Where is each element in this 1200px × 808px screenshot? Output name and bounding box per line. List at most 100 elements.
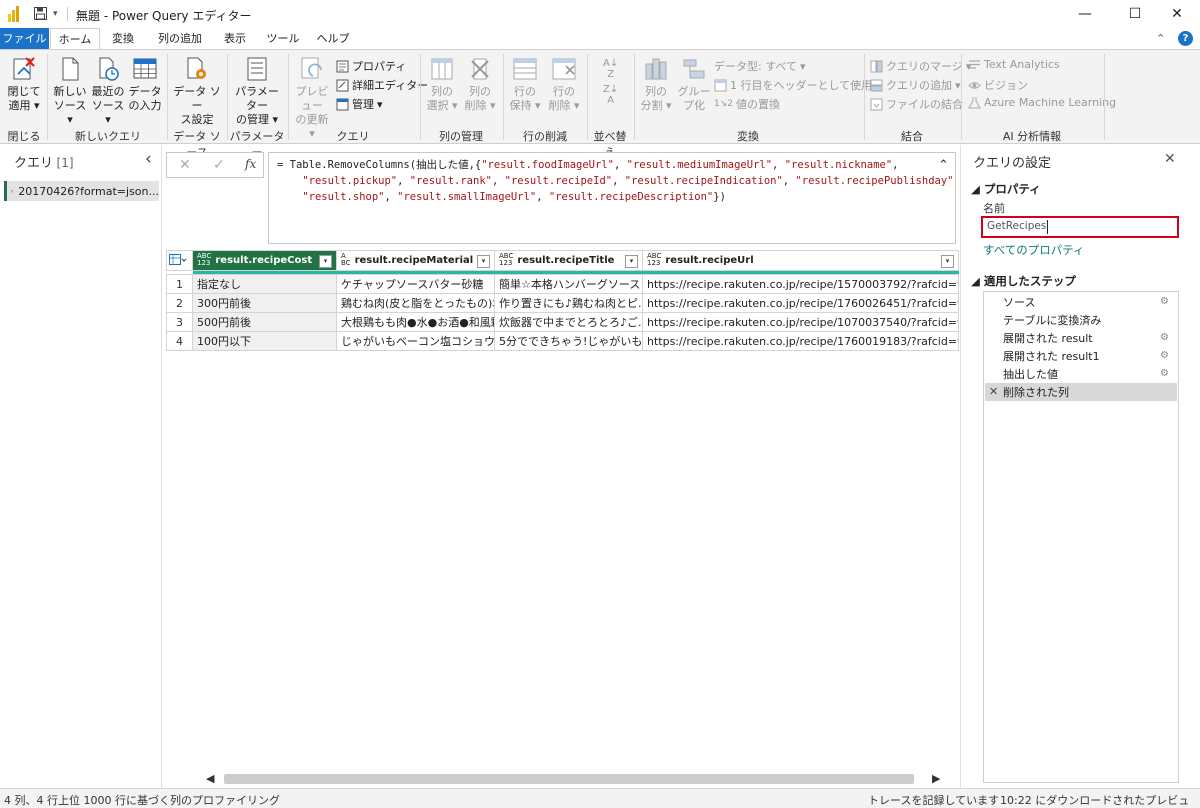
table-cell[interactable]: 指定なし	[192, 274, 337, 294]
tab-tools[interactable]: ツール	[264, 28, 302, 50]
all-properties-link[interactable]: すべてのプロパティ	[983, 242, 1085, 258]
save-icon[interactable]	[34, 7, 47, 20]
applied-step-item[interactable]: 展開された result ⚙	[985, 329, 1177, 347]
merge-queries-button[interactable]: クエリのマージ ▾	[870, 58, 971, 74]
close-apply-button[interactable]: 閉じて 適用 ▾	[6, 56, 42, 113]
collapse-pane-icon[interactable]: ‹	[145, 149, 152, 169]
formula-collapse-icon[interactable]: ⌃	[938, 158, 949, 173]
column-filter-dropdown[interactable]: ▾	[941, 255, 954, 268]
data-type-dropdown[interactable]: データ型: すべて ▾	[714, 58, 806, 74]
delete-step-icon[interactable]: ✕	[989, 385, 998, 398]
sort-ascending-icon[interactable]: A↓ Z	[603, 58, 618, 80]
advanced-editor-button[interactable]: 詳細エディター	[336, 77, 428, 93]
table-menu-icon[interactable]	[166, 250, 193, 271]
column-header-recipetitle[interactable]: ABC 123 result.recipeTitle ▾	[494, 250, 643, 271]
azure-ml-button[interactable]: Azure Machine Learning	[968, 96, 1116, 109]
new-source-button[interactable]: 新しい ソース ▾	[52, 56, 88, 127]
table-cell[interactable]: 500円前後	[192, 312, 337, 332]
row-number[interactable]: 3	[166, 312, 193, 332]
sort-descending-icon[interactable]: Z↓ A	[603, 84, 618, 106]
table-cell[interactable]: 簡単☆本格ハンバーグソース	[494, 274, 643, 294]
step-label: 展開された result	[1003, 332, 1093, 345]
maximize-button[interactable]: ☐	[1112, 0, 1158, 28]
row-number[interactable]: 2	[166, 293, 193, 313]
scrollbar-thumb[interactable]	[224, 774, 914, 784]
table-cell[interactable]: https://recipe.rakuten.co.jp/recipe/1760…	[642, 331, 959, 351]
query-list-item[interactable]: 20170426?format=json...	[4, 181, 159, 201]
keep-rows-button[interactable]: 行の 保持 ▾	[507, 56, 543, 113]
group-by-button[interactable]: グルー プ化	[676, 56, 712, 113]
properties-button[interactable]: プロパティ	[336, 58, 406, 74]
combine-files-button[interactable]: ファイルの結合	[870, 96, 963, 112]
scroll-left-icon[interactable]: ◀	[206, 772, 214, 785]
gear-icon[interactable]: ⚙	[1160, 350, 1169, 361]
text-analytics-button[interactable]: Text Analytics	[968, 58, 1060, 71]
table-cell[interactable]: 作り置きにも♪鶏むね肉とピ...	[494, 293, 643, 313]
status-profiling[interactable]: 上位 1000 行に基づく列のプロファイリング	[58, 792, 280, 808]
gear-icon[interactable]: ⚙	[1160, 368, 1169, 379]
table-cell[interactable]: 炊飯器で中までとろとろ♪ご...	[494, 312, 643, 332]
table-cell[interactable]: 大根鶏もも肉●水●お酒●和風顆...	[336, 312, 495, 332]
table-cell[interactable]: https://recipe.rakuten.co.jp/recipe/1570…	[642, 274, 959, 294]
table-cell[interactable]: https://recipe.rakuten.co.jp/recipe/1070…	[642, 312, 959, 332]
help-icon[interactable]: ?	[1178, 31, 1193, 46]
table-cell[interactable]: ケチャップソースバター砂糖	[336, 274, 495, 294]
tab-add-column[interactable]: 列の追加	[152, 28, 208, 50]
applied-step-item[interactable]: ソース ⚙	[985, 293, 1177, 311]
row-number[interactable]: 1	[166, 274, 193, 294]
formula-cancel-icon[interactable]: ✕	[179, 157, 191, 173]
horizontal-scrollbar[interactable]: ◀ ▶	[166, 770, 956, 788]
column-header-recipecost[interactable]: ABC 123 result.recipeCost ▾	[192, 250, 337, 271]
vision-button[interactable]: ビジョン	[968, 77, 1028, 93]
gear-icon[interactable]: ⚙	[1160, 296, 1169, 307]
table-cell[interactable]: 鶏むね肉(皮と脂をとったもの)塩...	[336, 293, 495, 313]
tab-view[interactable]: 表示	[216, 28, 254, 50]
split-column-button[interactable]: 列の 分割 ▾	[638, 56, 674, 113]
applied-step-item-selected[interactable]: ✕ 削除された列	[985, 383, 1177, 401]
minimize-button[interactable]: —	[1062, 0, 1108, 28]
applied-step-item[interactable]: 抽出した値 ⚙	[985, 365, 1177, 383]
tab-file[interactable]: ファイル	[0, 28, 49, 50]
manage-parameters-button[interactable]: パラメーター の管理 ▾	[230, 56, 284, 127]
tab-help[interactable]: ヘルプ	[312, 28, 354, 50]
fx-icon[interactable]: fx	[245, 157, 256, 171]
replace-values-button[interactable]: 1↘2 値の置換	[714, 96, 780, 112]
formula-commit-icon[interactable]: ✓	[213, 157, 225, 173]
table-cell[interactable]: https://recipe.rakuten.co.jp/recipe/1760…	[642, 293, 959, 313]
manage-button[interactable]: 管理 ▾	[336, 96, 383, 112]
recent-sources-button[interactable]: 最近の ソース ▾	[90, 56, 126, 127]
applied-step-item[interactable]: テーブルに変換済み	[985, 311, 1177, 329]
close-button[interactable]: ✕	[1154, 0, 1200, 28]
query-name-input[interactable]: GetRecipes	[987, 220, 1049, 234]
append-queries-button[interactable]: クエリの追加 ▾	[870, 77, 961, 93]
tab-transform[interactable]: 変換	[104, 28, 142, 50]
tab-home[interactable]: ホーム	[50, 28, 100, 50]
table-cell[interactable]: 5分でできちゃう!じゃがいもと...	[494, 331, 643, 351]
gear-icon[interactable]: ⚙	[1160, 332, 1169, 343]
scroll-right-icon[interactable]: ▶	[932, 772, 940, 785]
quick-access-dropdown-icon[interactable]: ▾	[53, 9, 58, 19]
choose-columns-button[interactable]: 列の 選択 ▾	[424, 56, 460, 113]
datasource-settings-button[interactable]: データ ソー ス設定	[170, 56, 224, 127]
ribbon-collapse-icon[interactable]: ⌃	[1156, 32, 1165, 45]
remove-columns-button[interactable]: 列の 削除 ▾	[462, 56, 498, 113]
enter-data-button[interactable]: データ の入力	[127, 56, 163, 113]
column-header-recipeurl[interactable]: ABC 123 result.recipeUrl ▾	[642, 250, 959, 271]
table-cell[interactable]: 100円以下	[192, 331, 337, 351]
type-text-icon: A BC	[341, 252, 351, 267]
table-cell[interactable]: じゃがいもベーコン塩コショウ香...	[336, 331, 495, 351]
formula-controls: ✕ ✓ fx	[166, 152, 264, 178]
column-filter-dropdown[interactable]: ▾	[319, 255, 332, 268]
remove-rows-button[interactable]: 行の 削除 ▾	[546, 56, 582, 113]
applied-step-item[interactable]: 展開された result1 ⚙	[985, 347, 1177, 365]
close-settings-icon[interactable]: ✕	[1164, 151, 1176, 167]
column-header-recipematerial[interactable]: A BC result.recipeMaterial ▾	[336, 250, 495, 271]
new-source-label-1: 新しい	[53, 85, 87, 98]
row-number[interactable]: 4	[166, 331, 193, 351]
column-filter-dropdown[interactable]: ▾	[477, 255, 490, 268]
column-filter-dropdown[interactable]: ▾	[625, 255, 638, 268]
recent-sources-label-2: ソース	[91, 99, 125, 112]
formula-text[interactable]: = Table.RemoveColumns(抽出した値,{"result.foo…	[268, 152, 956, 244]
use-first-row-headers-button[interactable]: 1 行目をヘッダーとして使用 ▾	[714, 77, 881, 93]
table-cell[interactable]: 300円前後	[192, 293, 337, 313]
